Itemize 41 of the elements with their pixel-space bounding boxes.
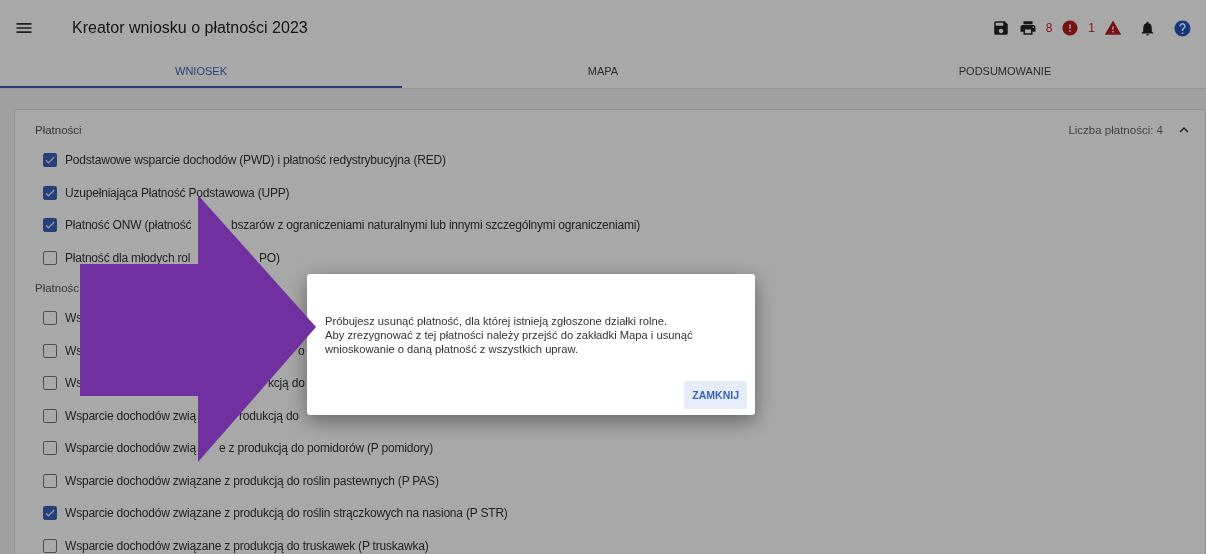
save-icon[interactable]	[991, 19, 1010, 37]
page-title: Kreator wniosku o płatności 2023	[72, 19, 309, 37]
help-icon[interactable]	[1173, 18, 1192, 38]
checkbox[interactable]	[43, 506, 57, 521]
print-icon[interactable]	[1018, 19, 1037, 37]
payment-label: o	[298, 343, 305, 358]
section-title: Płatności	[35, 124, 83, 136]
checkbox[interactable]	[43, 441, 57, 456]
bell-icon[interactable]	[1139, 19, 1156, 37]
checkbox[interactable]	[43, 185, 57, 200]
warning-count: 1	[1088, 21, 1095, 35]
checkbox[interactable]	[43, 153, 57, 168]
checkbox[interactable]	[43, 343, 57, 358]
checkbox[interactable]	[43, 311, 57, 326]
error-icon[interactable]	[1061, 19, 1080, 37]
checkbox[interactable]	[43, 376, 57, 391]
payment-label: Wsparcie dochodów związane z produkcją do roślin pastewnych (P PAS)	[65, 473, 439, 488]
checkbox[interactable]	[43, 218, 57, 233]
payment-label: Płatność dla młodych rol	[65, 250, 191, 265]
payment-label: e z produkcją do pomidorów (P pomidory)	[219, 441, 434, 456]
payment-label: Wsparcie dochodów zwią	[65, 408, 196, 423]
payment-label: PO)	[259, 250, 280, 265]
dialog-message: Próbujesz usunąć płatność, dla której istnieją zgłoszone działki rolne. Aby zrezygnować z tej płatności należy przejść do zakładki Mapa i usunąć wnioskowanie o daną płatność z wszystkich upraw.	[325, 314, 694, 357]
checkbox[interactable]	[43, 473, 57, 488]
checkbox[interactable]	[43, 408, 57, 423]
payment-label: rodukcją do	[239, 408, 299, 423]
section-title: Płatnośc	[35, 282, 81, 294]
checkbox[interactable]	[43, 250, 57, 265]
payment-label: Wsparcie dochodów związane z produkcją do roślin strączkowych na nasiona (P STR)	[65, 506, 508, 521]
checkbox[interactable]	[43, 538, 57, 553]
payment-label: Podstawowe wsparcie dochodów (PWD) i płatność redystrybucyjna (RED)	[65, 153, 446, 168]
warning-icon[interactable]	[1104, 19, 1122, 37]
payment-label: Wsparcie dochodów zwią	[65, 441, 196, 456]
close-button[interactable]: ZAMKNIJ	[684, 381, 747, 409]
error-count: 8	[1045, 21, 1053, 35]
payment-count: Liczba płatności: 4	[1068, 124, 1163, 136]
payment-label: Wsparcie dochodów związane z produkcją do truskawek (P truskawka)	[65, 538, 429, 553]
payment-label: Uzupełniająca Płatność Podstawowa (UPP)	[65, 185, 290, 200]
payment-label: bszarów z ograniczeniami naturalnymi lub innymi szczególnymi ograniczeniami)	[231, 218, 640, 233]
payment-label: Płatność ONW (płatność	[65, 218, 192, 233]
payment-label: kcją do	[268, 376, 305, 391]
